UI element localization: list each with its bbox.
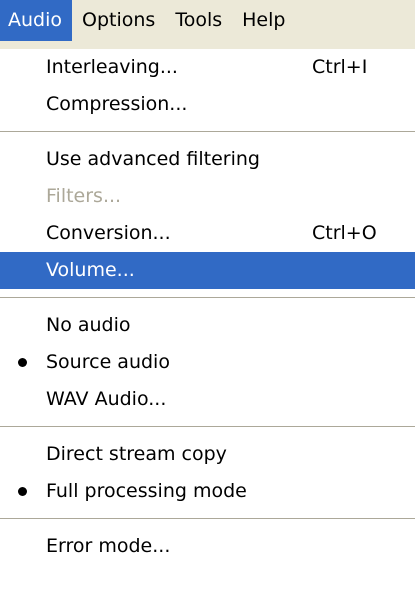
menu-help[interactable]: Help	[232, 0, 295, 41]
menu-item-label: Volume...	[46, 259, 135, 281]
menu-item-label: WAV Audio...	[46, 388, 167, 410]
menu-item-volume[interactable]: Volume...	[0, 252, 415, 289]
menu-item-source-audio[interactable]: Source audio	[0, 344, 415, 381]
menu-item-label: Error mode...	[46, 535, 171, 557]
bullet-icon	[18, 358, 27, 367]
menu-item-label: Interleaving...	[46, 56, 178, 78]
menu-item-error-mode[interactable]: Error mode...	[0, 528, 415, 565]
menu-options[interactable]: Options	[72, 0, 165, 41]
menu-item-label: Direct stream copy	[46, 443, 227, 465]
menu-item-filters: Filters...	[0, 178, 415, 215]
menu-item-label: Conversion...	[46, 222, 171, 244]
shortcut-label: Ctrl+O	[312, 222, 377, 244]
menu-item-label: Use advanced filtering	[46, 148, 260, 170]
bullet-icon	[18, 487, 27, 496]
menu-item-label: No audio	[46, 314, 131, 336]
audio-dropdown-menu: Interleaving... Ctrl+I Compression... Us…	[0, 49, 415, 603]
menu-item-direct-stream-copy[interactable]: Direct stream copy	[0, 436, 415, 473]
menu-item-no-audio[interactable]: No audio	[0, 307, 415, 344]
menu-tools[interactable]: Tools	[165, 0, 232, 41]
menu-item-use-advanced-filtering[interactable]: Use advanced filtering	[0, 141, 415, 178]
menu-item-compression[interactable]: Compression...	[0, 86, 415, 123]
menu-item-conversion[interactable]: Conversion... Ctrl+O	[0, 215, 415, 252]
menu-separator	[0, 510, 415, 528]
shortcut-label: Ctrl+I	[312, 56, 368, 78]
menu-audio[interactable]: Audio	[0, 0, 73, 41]
menu-bar: Audio Options Tools Help	[0, 0, 415, 49]
menu-item-label: Full processing mode	[46, 480, 247, 502]
menu-separator	[0, 123, 415, 141]
menu-item-wav-audio[interactable]: WAV Audio...	[0, 381, 415, 418]
menu-item-label: Filters...	[46, 185, 122, 207]
menu-item-label: Source audio	[46, 351, 170, 373]
menu-separator	[0, 289, 415, 307]
menu-item-interleaving[interactable]: Interleaving... Ctrl+I	[0, 49, 415, 86]
menu-item-full-processing-mode[interactable]: Full processing mode	[0, 473, 415, 510]
menu-item-label: Compression...	[46, 93, 188, 115]
menu-separator	[0, 418, 415, 436]
